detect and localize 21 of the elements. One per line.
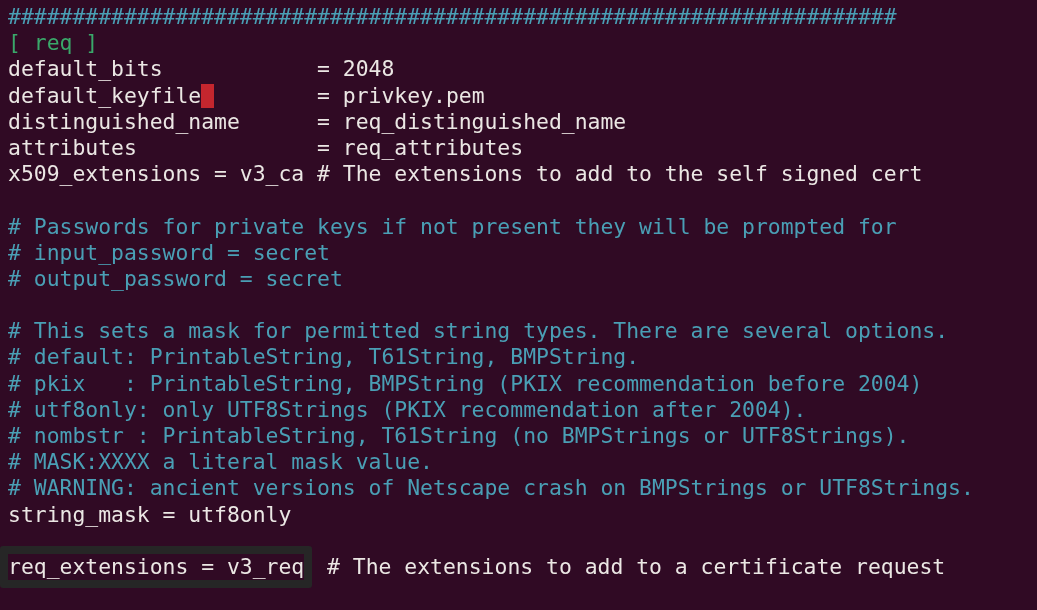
- comment-text: # utf8only: only UTF8Strings (PKIX recommendation after 2004).: [8, 396, 807, 423]
- code-text: x509_extensions = v3_ca # The extensions to add to the self signed cert: [8, 161, 923, 188]
- comment-text: # Passwords for private keys if not present they will be prompted for: [8, 213, 897, 240]
- code-text: = privkey.pem: [316, 82, 485, 109]
- code-text: attributes = req_attributes: [8, 134, 524, 162]
- comment-text: # output_password = secret: [8, 265, 343, 293]
- comment-text: #####################################################################: [8, 4, 897, 31]
- comment-text: # WARNING: ancient versions of Netscape crash on BMPStrings or UTF8Strings.: [8, 475, 974, 502]
- comment-text: # pkix : PrintableString, BMPString (PKIX recommendation before 2004): [8, 370, 923, 397]
- code-text: # The extensions to add to a certificate request: [326, 553, 946, 581]
- code-text: default_bits = 2048: [8, 56, 395, 83]
- highlighted-code-text: req_extensions = v3_req: [0, 546, 313, 589]
- comment-text: # This sets a mask for permitted string types. There are several options.: [8, 318, 949, 345]
- comment-text: # default: PrintableString, T61String, BMPString.: [8, 344, 640, 371]
- comment-text: # nombstr : PrintableString, T61String (no BMPStrings or UTF8Strings).: [8, 423, 910, 450]
- comment-text: # input_password = secret: [8, 239, 330, 266]
- code-text: string_mask = utf8only: [8, 501, 292, 528]
- comment-text: # MASK:XXXX a literal mask value.: [8, 449, 433, 476]
- code-text: default_keyfile: [8, 82, 202, 109]
- section-header: [ req ]: [8, 30, 99, 57]
- code-text: distinguished_name = req_distinguished_name: [8, 108, 627, 135]
